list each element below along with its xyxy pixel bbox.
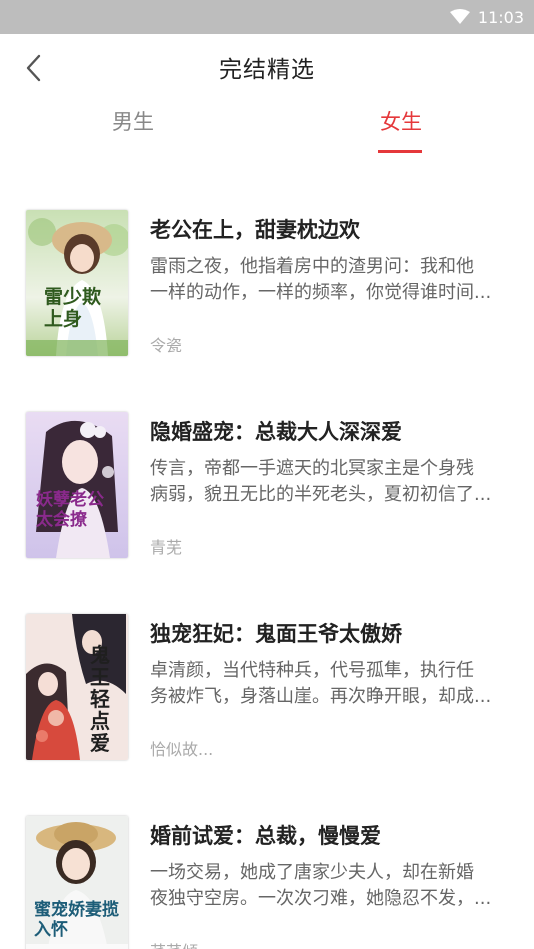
book-item[interactable]: 蜜宠娇妻揽入怀 婚前试爱：总裁，慢慢爱 一场交易，她成了唐家少夫人，却在新婚 夜… (0, 802, 534, 949)
book-description-line: 传言，帝都一手遮天的北冥家主是个身残 (150, 458, 474, 479)
active-tab-indicator (378, 150, 422, 153)
back-button[interactable] (14, 48, 54, 88)
book-author: 青芜 (150, 538, 183, 557)
book-cover[interactable]: 蜜宠娇妻揽入怀 (26, 816, 128, 949)
book-cover[interactable]: 鬼王轻点爱 (26, 614, 128, 760)
book-description-line: 夜独守空房。一次次刁难，她隐忍不发，... (150, 888, 492, 909)
book-description-line: 务被炸飞，身落山崖。再次睁开眼，却成... (150, 686, 492, 707)
book-description-line: 病弱，貌丑无比的半死老头，夏初初信了... (150, 484, 492, 505)
tab-male[interactable]: 男生 (110, 108, 156, 158)
book-description-line: 一场交易，她成了唐家少夫人，却在新婚 (150, 862, 474, 883)
book-author: 令瓷 (150, 336, 183, 355)
book-author: 芊芊倾 (150, 938, 198, 949)
cover-title: 雷少欺上身 (44, 286, 102, 330)
wifi-icon (449, 9, 470, 25)
book-author: 恰似故... (150, 740, 214, 759)
book-description: 卓清颜，当代特种兵，代号孤隼，执行任 务被炸飞，身落山崖。再次睁开眼，却成... (150, 658, 510, 710)
tab-female-label: 女生 (380, 110, 422, 134)
book-cover[interactable]: 雷少欺上身 (26, 210, 128, 356)
book-item[interactable]: 鬼王轻点爱 独宠狂妃：鬼面王爷太傲娇 卓清颜，当代特种兵，代号孤隼，执行任 务被… (0, 600, 534, 770)
page-title: 完结精选 (219, 57, 315, 83)
tab-male-label: 男生 (112, 110, 154, 134)
status-time: 11:03 (477, 7, 524, 27)
book-description-line: 一样的动作，一样的频率，你觉得谁时间... (150, 282, 492, 303)
nav-bar: 完结精选 (0, 34, 534, 100)
book-item[interactable]: 雷少欺上身 老公在上，甜妻枕边欢 雷雨之夜，他指着房中的渣男问：我和他 一样的动… (0, 196, 534, 366)
book-description: 一场交易，她成了唐家少夫人，却在新婚 夜独守空房。一次次刁难，她隐忍不发，... (150, 860, 510, 912)
book-title: 独宠狂妃：鬼面王爷太傲娇 (150, 622, 402, 646)
book-title: 婚前试爱：总裁，慢慢爱 (150, 824, 381, 848)
category-tabs: 男生 女生 (0, 108, 534, 158)
book-description: 雷雨之夜，他指着房中的渣男问：我和他 一样的动作，一样的频率，你觉得谁时间... (150, 254, 510, 306)
book-description-line: 雷雨之夜，他指着房中的渣男问：我和他 (150, 256, 474, 277)
cover-title: 鬼王轻点爱 (90, 643, 110, 755)
book-description: 传言，帝都一手遮天的北冥家主是个身残 病弱，貌丑无比的半死老头，夏初初信了... (150, 456, 510, 508)
book-title: 隐婚盛宠：总裁大人深深爱 (150, 420, 402, 444)
book-item[interactable]: 妖孽老公太会撩 隐婚盛宠：总裁大人深深爱 传言，帝都一手遮天的北冥家主是个身残 … (0, 398, 534, 568)
chevron-left-icon (23, 53, 45, 83)
book-title: 老公在上，甜妻枕边欢 (150, 218, 360, 242)
tab-female[interactable]: 女生 (378, 108, 424, 158)
book-description-line: 卓清颜，当代特种兵，代号孤隼，执行任 (150, 660, 474, 681)
cover-title: 妖孽老公太会撩 (36, 490, 104, 530)
cover-title: 蜜宠娇妻揽入怀 (34, 900, 119, 940)
book-cover[interactable]: 妖孽老公太会撩 (26, 412, 128, 558)
status-bar: 11:03 (0, 0, 534, 34)
